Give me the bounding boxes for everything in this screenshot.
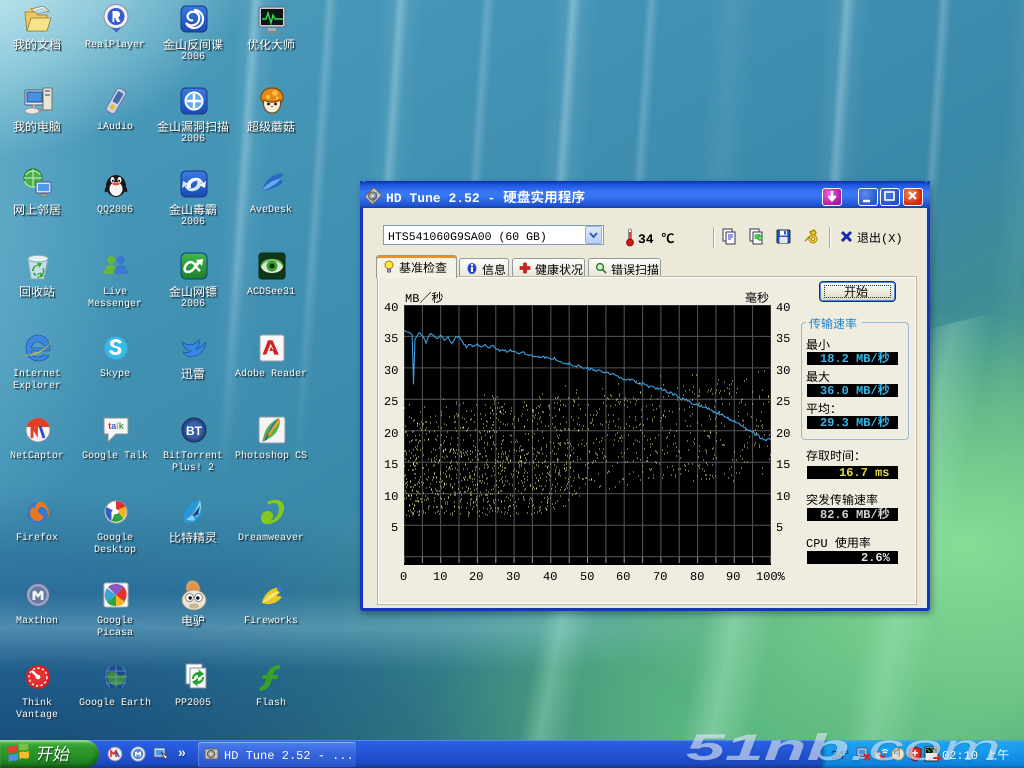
svg-text:BT: BT xyxy=(186,424,203,438)
svg-text:talk: talk xyxy=(108,421,125,431)
